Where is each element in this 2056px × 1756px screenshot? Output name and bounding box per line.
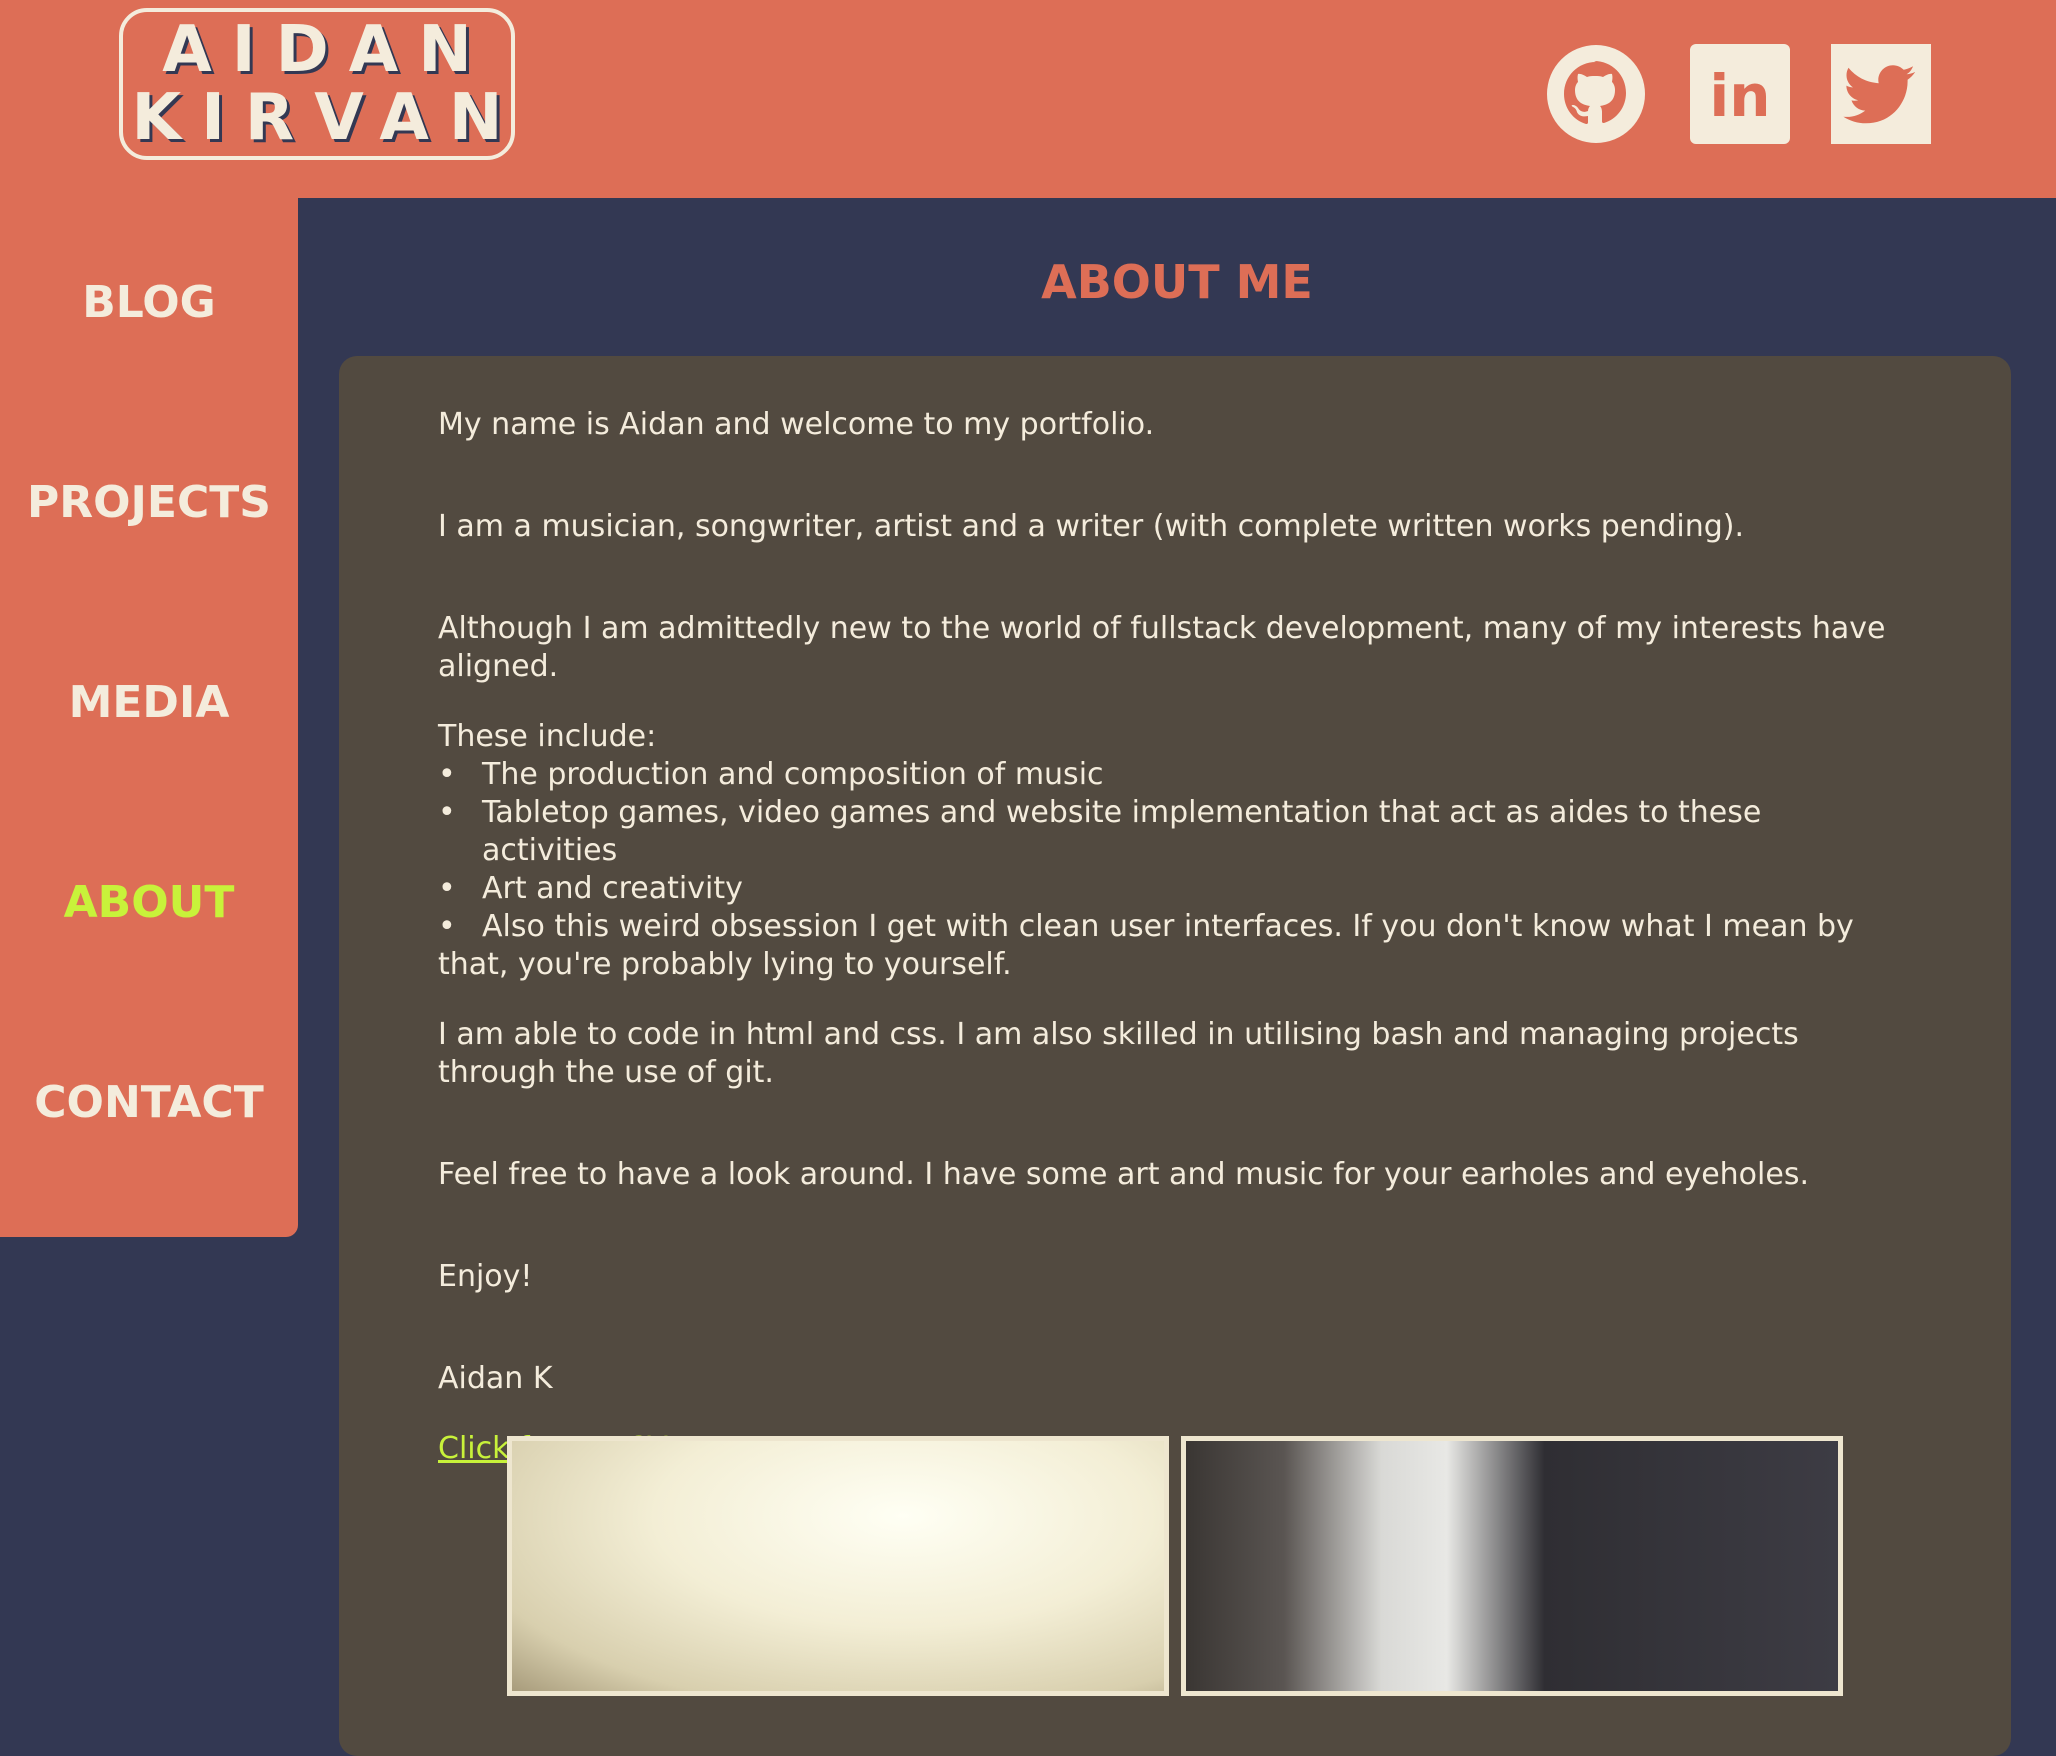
- bullet: •: [438, 795, 456, 830]
- list-item-text: Tabletop games, video games and website …: [482, 795, 1762, 868]
- twitter-link[interactable]: [1831, 44, 1931, 144]
- signature: Aidan K: [438, 1361, 553, 1396]
- nav-item-about[interactable]: ABOUT: [0, 862, 298, 942]
- bullet: •: [438, 909, 456, 944]
- nav-item-contact[interactable]: CONTACT: [0, 1062, 298, 1142]
- list-item: • Art and creativity: [438, 870, 1888, 908]
- cat-photo: [1181, 1436, 1843, 1696]
- list-item-text: Art and creativity: [482, 871, 743, 906]
- skills-paragraph: I am able to code in html and css. I am …: [438, 1017, 1799, 1090]
- logo-last-name: KIRVAN: [131, 81, 523, 155]
- list-item: • The production and composition of music: [438, 756, 1888, 794]
- nav-item-projects[interactable]: PROJECTS: [0, 462, 298, 542]
- github-link[interactable]: [1546, 44, 1646, 144]
- nav-item-media[interactable]: MEDIA: [0, 662, 298, 742]
- closing-paragraph: Enjoy!: [438, 1259, 533, 1294]
- interests-list: • The production and composition of music…: [438, 756, 1888, 984]
- page-title: ABOUT ME: [1041, 255, 1313, 309]
- github-icon: [1547, 45, 1645, 143]
- linkedin-icon: in: [1690, 44, 1790, 144]
- logo-first-name: AIDAN: [162, 13, 492, 87]
- portrait-photo: [507, 1436, 1169, 1696]
- bullet: •: [438, 871, 456, 906]
- about-card: My name is Aidan and welcome to my portf…: [339, 356, 2011, 1756]
- site-logo[interactable]: AIDAN KIRVAN: [119, 8, 515, 160]
- bullet: •: [438, 757, 456, 792]
- linkedin-icon-text: in: [1709, 62, 1770, 130]
- site-header: AIDAN KIRVAN in: [0, 0, 2056, 198]
- invite-paragraph: Feel free to have a look around. I have …: [438, 1157, 1809, 1192]
- list-item: • Also this weird obsession I get with cl…: [438, 908, 1888, 984]
- background-paragraph: Although I am admittedly new to the worl…: [438, 611, 1886, 684]
- about-content: My name is Aidan and welcome to my portf…: [438, 406, 1888, 1468]
- intro-paragraph: My name is Aidan and welcome to my portf…: [438, 407, 1155, 442]
- list-item: • Tabletop games, video games and website…: [438, 794, 1888, 870]
- roles-paragraph: I am a musician, songwriter, artist and …: [438, 509, 1744, 544]
- nav-item-blog[interactable]: BLOG: [0, 262, 298, 342]
- list-item-text: Also this weird obsession I get with cle…: [438, 909, 1854, 982]
- interests-heading: These include:: [438, 719, 657, 754]
- sidebar-nav: BLOG PROJECTS MEDIA ABOUT CONTACT: [0, 198, 298, 1237]
- twitter-icon: [1831, 44, 1931, 144]
- list-item-text: The production and composition of music: [482, 757, 1104, 792]
- linkedin-link[interactable]: in: [1690, 44, 1790, 144]
